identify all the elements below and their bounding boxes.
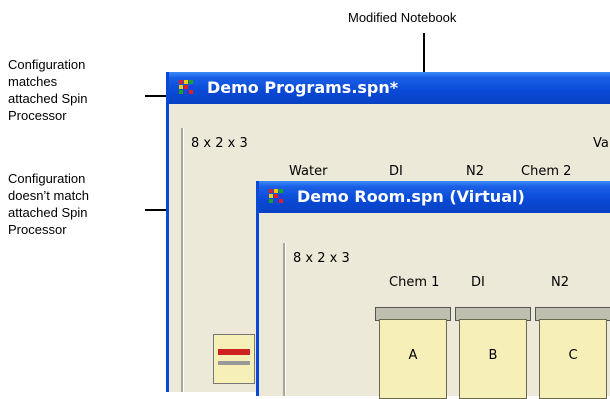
column-label: Water <box>289 164 328 179</box>
callout-line: matches <box>8 74 58 89</box>
callout-line: Processor <box>8 108 67 123</box>
callout-modified-notebook: Modified Notebook <box>348 10 457 25</box>
bowl-body: A <box>379 319 447 399</box>
column-label: N2 <box>466 164 484 179</box>
window-demo-room[interactable]: Demo Room.spn (Virtual) 8 x 2 x 3 Chem 1… <box>256 181 610 399</box>
bowl-label: A <box>408 348 418 363</box>
bowl-body: B <box>459 319 527 399</box>
callout-config-mismatch: Configuration doesn’t match attached Spi… <box>8 170 89 238</box>
bowl-body: C <box>539 319 607 399</box>
app-grid-icon <box>269 189 287 205</box>
callout-line: Configuration <box>8 171 86 186</box>
app-grid-icon <box>179 80 197 96</box>
titlebar-demo-room[interactable]: Demo Room.spn (Virtual) <box>259 181 610 213</box>
column-label: Chem 2 <box>521 164 572 179</box>
column-label: DI <box>389 164 403 179</box>
callout-line: doesn’t match <box>8 188 89 203</box>
callout-line: Configuration <box>8 57 86 72</box>
grid-size-label: 8 x 2 x 3 <box>293 251 350 266</box>
bowl-label: B <box>488 348 498 363</box>
grid-size-label: 8 x 2 x 3 <box>191 136 248 151</box>
panel-divider <box>181 128 184 392</box>
window-title: Demo Programs.spn* <box>207 78 399 97</box>
callout-line: attached Spin <box>8 205 88 220</box>
titlebar-demo-programs[interactable]: Demo Programs.spn* <box>169 72 610 104</box>
callout-line: attached Spin <box>8 91 88 106</box>
column-label: DI <box>471 275 485 290</box>
window-title: Demo Room.spn (Virtual) <box>297 187 525 206</box>
panel-divider <box>283 243 286 396</box>
column-label: N2 <box>551 275 569 290</box>
bowl-slot-b[interactable]: B <box>455 307 531 399</box>
callout-line: Processor <box>8 222 67 237</box>
column-label: Chem 1 <box>389 275 440 290</box>
processor-icon <box>213 334 255 384</box>
column-label-partial: Va <box>593 136 609 151</box>
bowl-slot-a[interactable]: A <box>375 307 451 399</box>
bowl-slot-c[interactable]: C <box>535 307 610 399</box>
bowl-label: C <box>568 348 578 363</box>
callout-config-matches: Configuration matches attached Spin Proc… <box>8 56 88 124</box>
